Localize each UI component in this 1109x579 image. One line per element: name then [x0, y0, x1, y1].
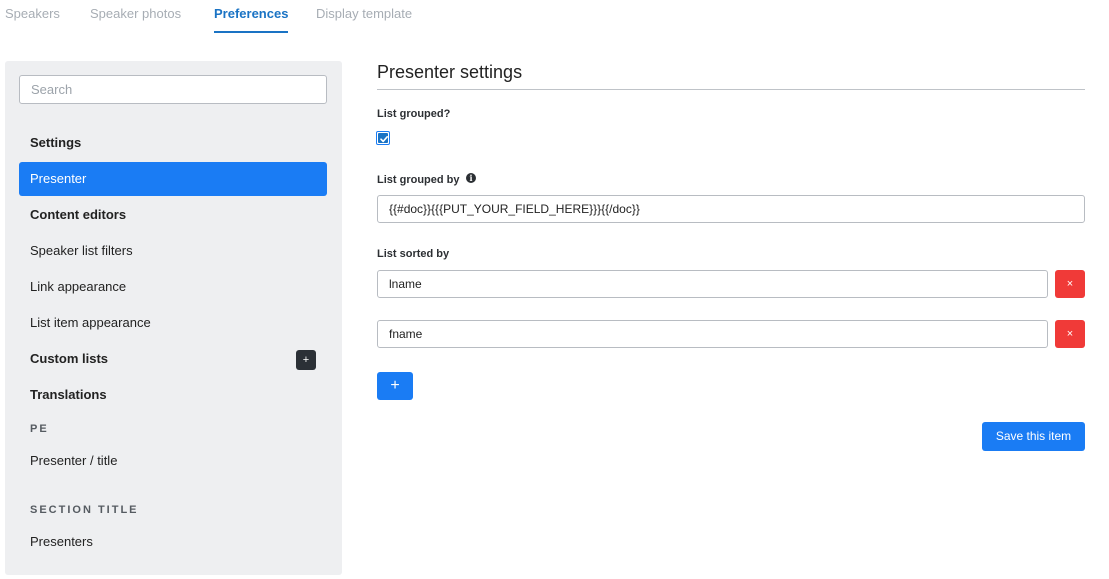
sidebar-item-link-appearance[interactable]: Link appearance [19, 270, 327, 304]
tab-display-template[interactable]: Display template [316, 6, 412, 33]
check-icon [378, 133, 388, 143]
search-input[interactable] [19, 75, 327, 104]
section-label-section-title: SECTION TITLE [30, 504, 139, 516]
tab-bar: Speakers Speaker photos Preferences Disp… [0, 0, 1109, 34]
list-grouped-label: List grouped? [377, 108, 451, 120]
save-button[interactable]: Save this item [982, 422, 1085, 451]
tab-preferences[interactable]: Preferences [214, 6, 289, 33]
title-divider [377, 89, 1085, 90]
sidebar-heading-translations: Translations [30, 387, 107, 402]
sidebar-item-presenter-title[interactable]: Presenter / title [19, 444, 327, 478]
list-grouped-by-label: List grouped by [377, 174, 460, 186]
sidebar-item-list-item-appearance[interactable]: List item appearance [19, 306, 327, 340]
list-sorted-by-label: List sorted by [377, 248, 450, 260]
tab-speaker-photos[interactable]: Speaker photos [90, 6, 181, 33]
add-custom-list-button[interactable]: + [296, 350, 316, 370]
page-title: Presenter settings [377, 62, 523, 82]
list-grouped-by-field[interactable]: {{#doc}}{{{PUT_YOUR_FIELD_HERE}}}{{/doc}… [377, 195, 1085, 223]
sidebar-item-speaker-list-filters[interactable]: Speaker list filters [19, 234, 327, 268]
sidebar-item-presenter[interactable]: Presenter [19, 162, 327, 196]
sidebar-item-presenters[interactable]: Presenters [19, 525, 327, 559]
sidebar-heading-content-editors: Content editors [30, 207, 127, 222]
sidebar-heading-custom-lists: Custom lists [30, 351, 109, 366]
tab-speakers[interactable]: Speakers [5, 6, 60, 33]
sidebar: Settings Presenter Content editors Speak… [5, 61, 342, 575]
section-label-pe: PE [30, 423, 49, 435]
sort-field-2[interactable]: fname [377, 320, 1048, 348]
remove-sort-field-1-button[interactable]: × [1055, 270, 1085, 298]
add-sort-field-button[interactable]: + [377, 372, 413, 400]
info-icon[interactable]: i [466, 173, 476, 183]
sort-field-1[interactable]: lname [377, 270, 1048, 298]
list-grouped-checkbox[interactable] [376, 131, 390, 145]
sidebar-heading-settings: Settings [30, 135, 82, 150]
remove-sort-field-2-button[interactable]: × [1055, 320, 1085, 348]
